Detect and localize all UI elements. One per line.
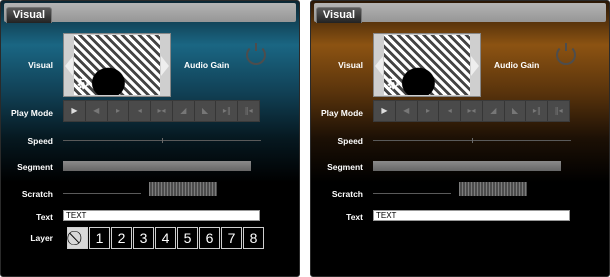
text-label: Text [36, 212, 53, 222]
layer-button-1[interactable]: 1 [89, 227, 110, 249]
segment-label: Segment [17, 162, 53, 172]
bracket-left-icon[interactable]: ◀ [396, 101, 418, 121]
next-visual-arrow-icon[interactable] [161, 56, 169, 76]
layer-button-8[interactable]: 8 [243, 227, 264, 249]
reverse-icon[interactable]: ◂ [439, 101, 462, 121]
layer-button-7[interactable]: 7 [221, 227, 242, 249]
audio-gain-label: Audio Gain [184, 60, 230, 70]
play-pause-icon[interactable]: ▸‖ [526, 101, 549, 121]
scratch-label: Scratch [21, 189, 53, 199]
layer-selector: ⃠ 1 2 3 4 5 6 7 8 [67, 227, 265, 249]
ramp-reverse-icon[interactable]: ◣ [195, 101, 217, 121]
ping-pong-icon[interactable]: ▸◂ [151, 101, 173, 121]
layer-button-5[interactable]: 5 [177, 227, 198, 249]
visual-panel-brown: Visual Visual ⚙ Audio Gain Play Mode ▶ ◀… [310, 0, 610, 277]
bracket-left-icon[interactable]: ◀ [86, 101, 108, 121]
visual-panel-blue: Visual Visual ⚙ Audio Gain Play Mode ▶ ◀… [0, 0, 300, 277]
text-label: Text [346, 212, 363, 222]
ramp-reverse-icon[interactable]: ◣ [505, 101, 527, 121]
reverse-pause-icon[interactable]: ‖◂ [548, 101, 569, 121]
tab-visual[interactable]: Visual [6, 7, 52, 23]
previous-visual-arrow-icon[interactable] [375, 56, 383, 76]
visual-thumbnail[interactable]: ⚙ [373, 33, 481, 97]
audio-gain-knob[interactable] [246, 43, 266, 65]
layer-button-3[interactable]: 3 [133, 227, 154, 249]
speed-label: Speed [337, 136, 363, 146]
scratch-label: Scratch [331, 189, 363, 199]
play-icon[interactable]: ▸ [108, 101, 130, 121]
scratch-track[interactable] [63, 193, 141, 194]
reverse-pause-icon[interactable]: ‖◂ [238, 101, 259, 121]
visual-thumbnail[interactable]: ⚙ [63, 33, 171, 97]
speed-center-mark [162, 138, 163, 143]
speed-center-mark [472, 138, 473, 143]
bracket-right-icon[interactable]: ▶ [374, 101, 396, 121]
scratch-pad[interactable] [459, 182, 527, 196]
visual-label: Visual [338, 60, 363, 70]
scratch-pad[interactable] [149, 182, 217, 196]
layer-button-2[interactable]: 2 [111, 227, 132, 249]
audio-gain-knob[interactable] [556, 43, 576, 65]
gear-icon[interactable]: ⚙ [386, 77, 400, 93]
ramp-forward-icon[interactable]: ◢ [483, 101, 505, 121]
text-input[interactable]: TEXT [63, 210, 260, 221]
play-mode-bar: ▶ ◀ ▸ ◂ ▸◂ ◢ ◣ ▸‖ ‖◂ [373, 100, 570, 122]
gear-icon[interactable]: ⚙ [76, 77, 90, 93]
layer-button-4[interactable]: 4 [155, 227, 176, 249]
ping-pong-icon[interactable]: ▸◂ [461, 101, 483, 121]
reverse-icon[interactable]: ◂ [129, 101, 152, 121]
segment-slider[interactable] [373, 161, 561, 171]
layer-label: Layer [30, 233, 53, 243]
layer-button-6[interactable]: 6 [199, 227, 220, 249]
segment-label: Segment [327, 162, 363, 172]
play-pause-icon[interactable]: ▸‖ [216, 101, 239, 121]
tab-visual[interactable]: Visual [316, 7, 362, 23]
play-icon[interactable]: ▸ [418, 101, 440, 121]
layer-none-icon[interactable]: ⃠ [67, 227, 88, 249]
text-input[interactable]: TEXT [373, 210, 570, 221]
visual-label: Visual [28, 60, 53, 70]
audio-gain-label: Audio Gain [494, 60, 540, 70]
play-mode-label: Play Mode [10, 108, 53, 118]
scratch-track[interactable] [373, 193, 451, 194]
speed-label: Speed [27, 136, 53, 146]
next-visual-arrow-icon[interactable] [471, 56, 479, 76]
segment-slider[interactable] [63, 161, 251, 171]
previous-visual-arrow-icon[interactable] [65, 56, 73, 76]
play-mode-label: Play Mode [320, 108, 363, 118]
play-mode-bar: ▶ ◀ ▸ ◂ ▸◂ ◢ ◣ ▸‖ ‖◂ [63, 100, 260, 122]
ramp-forward-icon[interactable]: ◢ [173, 101, 195, 121]
bracket-right-icon[interactable]: ▶ [64, 101, 86, 121]
